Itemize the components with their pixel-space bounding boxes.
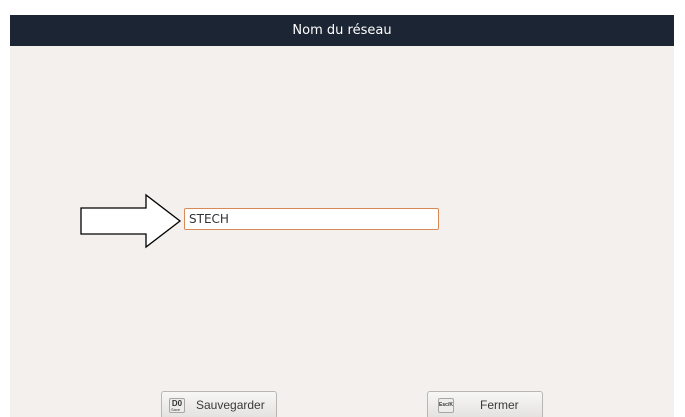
key-esc-icon: Esc/K [438,398,454,413]
network-name-input[interactable] [184,208,439,230]
right-arrow-outline-icon [80,193,182,249]
close-key-label: Esc/K [439,402,453,408]
close-button-label: Fermer [480,398,519,412]
network-name-dialog: Nom du réseau D0 Save Sauvegarder Esc/K … [10,15,674,417]
save-button[interactable]: D0 Save Sauvegarder [161,391,277,417]
save-key-sublabel: Save [171,407,181,412]
close-button[interactable]: Esc/K Fermer [427,391,543,417]
key-d0-icon: D0 Save [169,398,185,413]
save-button-label: Sauvegarder [196,398,265,412]
dialog-title: Nom du réseau [10,15,674,46]
